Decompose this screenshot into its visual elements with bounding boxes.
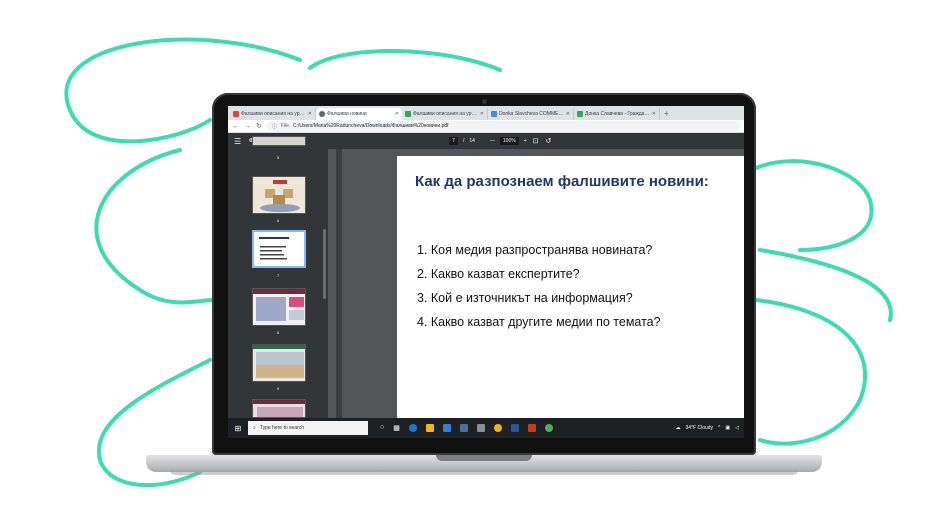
pinned-apps: ○ ▦ [380,424,553,432]
thumbnail-number: 5 [277,155,280,160]
weather-text[interactable]: 34°F Cloudy [685,425,713,431]
question-item: 4. Какво казват другите медии по темата? [417,315,661,329]
thumbnail-number: 7 [277,273,280,278]
laptop-screen: Фалшиви описания на урочите ✕ Фалшиви но… [228,106,744,438]
chrome-icon[interactable] [493,424,502,432]
file-explorer-icon[interactable] [425,424,434,432]
powerpoint-icon[interactable] [527,424,536,432]
file-label: File [280,123,289,129]
page-number-input[interactable]: 7 [449,137,458,145]
search-placeholder: Type here to search [259,425,305,431]
word-icon[interactable] [510,424,519,432]
pdf-page: Как да разпознаем фалшивите новини: 1. К… [397,156,744,418]
forward-icon[interactable]: → [244,123,251,130]
page-thumbnail[interactable] [252,288,306,326]
drive-icon [577,111,583,117]
tab-label: Фалшиви новини [327,111,367,117]
thumbnail-number: 9 [277,386,280,391]
tab-label: Фалшиви описания на урочите [413,111,478,117]
page-thumbnail[interactable] [252,344,306,382]
task-view-icon[interactable]: ○ [380,424,384,432]
thumbnail-number: 6 [277,218,280,223]
new-tab-button[interactable]: + [660,108,673,120]
chevron-up-icon[interactable]: ^ [718,425,720,431]
taskbar-search-input[interactable]: ⌕ Type here to search [248,421,368,435]
search-icon: ⌕ [253,425,256,431]
store-icon[interactable] [442,424,451,432]
stage: Фалшиви описания на урочите ✕ Фалшиви но… [0,0,950,530]
volume-icon[interactable]: ◁ [735,425,739,431]
back-icon[interactable]: ← [232,123,239,130]
page-separator: / [462,138,465,144]
tab-label: Donka Slavcheva COMMENTS [499,111,564,117]
zoom-out-button[interactable]: — [490,138,495,144]
slide-title: Как да разпознаем фалшивите новини: [415,173,709,190]
tab-bar: Фалшиви описания на урочите ✕ Фалшиви но… [228,106,744,120]
browser-tab[interactable]: Фалшиви описания на урочите ✕ [230,108,316,120]
close-icon[interactable]: ✕ [566,111,570,117]
laptop-notch [436,455,532,461]
browser-tab[interactable]: Donka Slavcheva COMMENTS ✕ [488,108,574,120]
page-thumbnail[interactable] [252,176,306,214]
edge-icon[interactable] [408,424,417,432]
screenshot-picture-icon [253,289,305,321]
reload-icon[interactable]: ↻ [256,123,262,130]
laptop-shadow [170,470,798,475]
menu-icon[interactable]: ☰ [234,137,241,146]
question-item: 1. Коя медия разпространява новината? [417,243,653,257]
browser-tab-active[interactable]: Фалшиви новини ✕ [316,108,402,120]
widgets-icon[interactable]: ▦ [393,424,400,432]
rotate-icon[interactable]: ↺ [546,137,552,145]
network-icon[interactable]: ▣ [725,425,730,431]
close-icon[interactable]: ✕ [308,111,312,117]
close-icon[interactable]: ✕ [652,111,656,117]
docs-icon [491,111,497,117]
mail-icon[interactable] [459,424,468,432]
thumbnail-number: 8 [277,330,280,335]
screenshot-picture-icon [253,400,305,417]
browser-tab[interactable]: Донка Славчева - Граждански ✕ [574,108,660,120]
zoom-level[interactable]: 100% [499,137,519,145]
zoom-in-button[interactable]: + [524,138,527,144]
page-thumbnail[interactable] [252,136,306,146]
address-bar: ← → ↻ ⓘ File C:/Users/Maria%20Raduncheva… [228,120,744,133]
calculator-icon[interactable] [476,424,485,432]
globe-icon [319,111,325,117]
windows-taskbar: ⊞ ⌕ Type here to search ○ ▦ ☁ 34°F Cloud… [228,418,744,438]
drive-icon [405,111,411,117]
screenshot-picture-icon [253,345,305,378]
browser-tab[interactable]: Фалшиви описания на урочите ✕ [402,108,488,120]
fit-page-icon[interactable]: ⊡ [533,137,539,145]
total-pages: 14 [469,138,475,144]
chrome-profile-icon[interactable] [544,424,553,432]
question-item: 3. Кой е източникът на информация? [417,291,633,305]
page-thumbnail[interactable] [252,399,306,418]
page-thumbnail-selected[interactable] [252,230,306,268]
close-icon[interactable]: ✕ [395,111,399,117]
question-item: 2. Какво казват експертите? [417,267,580,281]
gmail-icon [233,111,239,117]
viewer-scrollbar[interactable] [336,149,342,418]
webcam [482,99,487,104]
url-input[interactable]: ⓘ File C:/Users/Maria%20Raduncheva/Downl… [266,121,740,131]
close-icon[interactable]: ✕ [480,111,484,117]
tab-label: Донка Славчева - Граждански [585,111,650,117]
view-tools: ⊡ ↺ [533,137,552,145]
sidebar-scrollbar[interactable] [323,229,326,299]
boxes-picture-icon [260,180,300,212]
url-text: C:/Users/Maria%20Raduncheva/Downloads/Фа… [292,123,449,129]
text-lines-icon [259,237,289,260]
tab-label: Фалшиви описания на урочите [241,111,306,117]
weather-icon: ☁ [675,425,681,431]
system-tray: ☁ 34°F Cloudy ^ ▣ ◁ [675,425,744,431]
page-controls: 7 / 14 — 100% + [449,137,527,145]
info-icon: ⓘ [271,123,277,130]
windows-start-icon[interactable]: ⊞ [228,424,248,433]
